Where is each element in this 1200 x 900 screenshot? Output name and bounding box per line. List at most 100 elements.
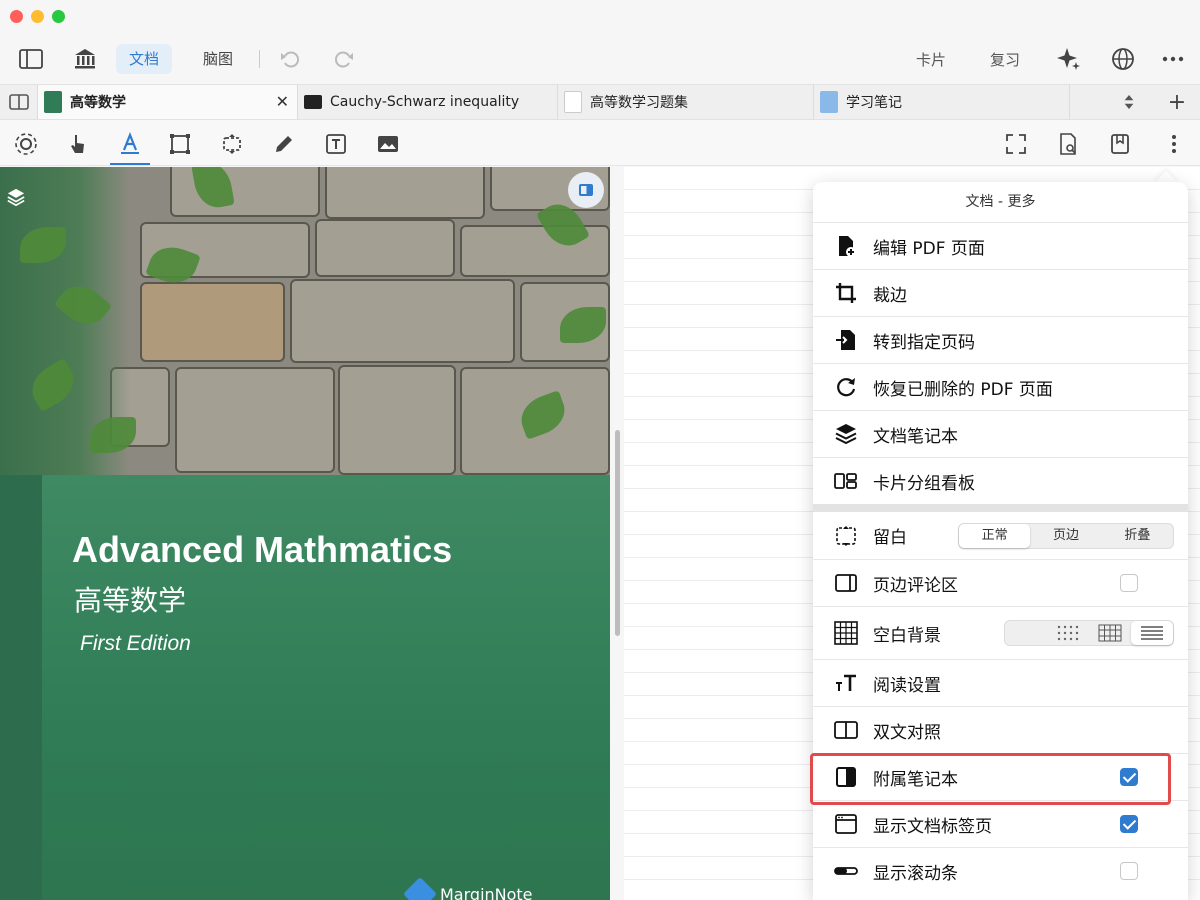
crop-icon xyxy=(831,278,861,308)
scrollbar-icon xyxy=(831,856,861,886)
menu-item-attached-notebook[interactable]: 附属笔记本 xyxy=(813,753,1188,800)
cover-title-chinese: 高等数学 xyxy=(74,584,187,617)
dot-grid-icon xyxy=(1057,625,1079,641)
tab-document-mode[interactable]: 文档 xyxy=(116,44,173,74)
document-more-button[interactable] xyxy=(1160,130,1188,158)
redo-icon xyxy=(335,51,353,68)
bookmark-tool[interactable] xyxy=(1106,130,1134,158)
fullscreen-tool[interactable] xyxy=(1002,130,1030,158)
background-lines-option[interactable] xyxy=(1131,621,1173,645)
document-more-menu: 文档 - 更多 编辑 PDF 页面 裁边 转到指定页码 恢复已删除的 PDF 页… xyxy=(813,182,1188,900)
panel-right-icon xyxy=(831,568,861,598)
review-button[interactable]: 复习 xyxy=(990,44,1020,74)
tab-study-notes[interactable]: 学习笔记 xyxy=(814,85,1070,119)
select-tool[interactable] xyxy=(64,130,92,158)
redo-button[interactable] xyxy=(330,44,356,74)
app-window: 文档 脑图 卡片 复习 高等数学 ✕ Cauchy-Schwarz inequa… xyxy=(0,0,1200,900)
close-tab-icon[interactable]: ✕ xyxy=(276,92,289,111)
active-tool-indicator xyxy=(110,163,150,165)
cards-button[interactable]: 卡片 xyxy=(916,44,946,74)
sidebar-toggle-button[interactable] xyxy=(18,44,44,74)
tab-label: Cauchy-Schwarz inequality xyxy=(330,94,520,110)
plus-icon: + xyxy=(1167,89,1187,115)
sort-icon xyxy=(1124,95,1134,109)
menu-item-goto-page[interactable]: 转到指定页码 xyxy=(813,316,1188,363)
document-thumbnail-icon xyxy=(564,91,582,113)
menu-item-bilingual[interactable]: 双文对照 xyxy=(813,706,1188,753)
document-thumbnail-icon xyxy=(304,95,322,109)
menu-item-reading-settings[interactable]: 阅读设置 xyxy=(813,659,1188,706)
pen-tool[interactable] xyxy=(270,130,298,158)
layers-icon xyxy=(7,188,25,207)
split-view-button[interactable] xyxy=(0,85,38,119)
settings-tool[interactable] xyxy=(12,130,40,158)
comment-area-checkbox[interactable] xyxy=(1120,574,1138,592)
highlight-text-tool[interactable] xyxy=(116,130,144,158)
notebook-panel-toggle[interactable] xyxy=(568,172,604,208)
more-options-button[interactable] xyxy=(1160,44,1186,74)
cover-band-edge xyxy=(0,475,42,900)
margin-icon xyxy=(831,521,861,551)
book-icon xyxy=(1111,134,1129,154)
menu-item-document-notebook[interactable]: 文档笔记本 xyxy=(813,410,1188,457)
margin-option-normal[interactable]: 正常 xyxy=(959,524,1031,548)
tab-sort-button[interactable] xyxy=(1110,85,1148,119)
margin-segmented-control: 正常 页边 折叠 xyxy=(958,523,1174,549)
browser-tab-icon xyxy=(831,809,861,839)
document-scrollbar[interactable] xyxy=(615,430,620,636)
document-page-view[interactable]: Advanced Mathmatics 高等数学 First Edition M… xyxy=(0,167,610,900)
undo-button[interactable] xyxy=(278,44,304,74)
image-icon xyxy=(378,136,398,152)
text-size-icon xyxy=(831,668,861,698)
layers-icon xyxy=(831,419,861,449)
expand-vertical-icon xyxy=(223,134,241,154)
show-tabs-checkbox[interactable] xyxy=(1120,815,1138,833)
menu-item-edit-pdf[interactable]: 编辑 PDF 页面 xyxy=(813,222,1188,269)
attached-notebook-checkbox[interactable] xyxy=(1120,768,1138,786)
text-box-tool[interactable] xyxy=(322,130,350,158)
show-scrollbar-checkbox[interactable] xyxy=(1120,862,1138,880)
tab-advanced-math[interactable]: 高等数学 ✕ xyxy=(38,85,298,119)
grid-icon xyxy=(831,618,861,648)
sparkle-icon xyxy=(1057,48,1080,70)
menu-item-card-board[interactable]: 卡片分组看板 xyxy=(813,457,1188,504)
vertical-ellipsis-icon xyxy=(1172,135,1176,153)
rectangle-select-tool[interactable] xyxy=(166,130,194,158)
menu-item-comment-area[interactable]: 页边评论区 xyxy=(813,559,1188,606)
goto-page-icon xyxy=(831,325,861,355)
minimize-window-button[interactable] xyxy=(31,10,44,23)
text-box-icon xyxy=(326,134,346,154)
tab-mindmap-mode[interactable]: 脑图 xyxy=(190,44,246,74)
background-dots-option[interactable] xyxy=(1047,621,1089,645)
web-button[interactable] xyxy=(1110,44,1136,74)
image-tool[interactable] xyxy=(374,130,402,158)
menu-item-crop[interactable]: 裁边 xyxy=(813,269,1188,316)
split-view-icon xyxy=(831,715,861,745)
menu-item-show-tabs[interactable]: 显示文档标签页 xyxy=(813,800,1188,847)
zoom-window-button[interactable] xyxy=(52,10,65,23)
gear-cycle-icon xyxy=(15,133,37,155)
margin-option-fold[interactable]: 折叠 xyxy=(1102,524,1173,548)
background-blank-option[interactable] xyxy=(1005,621,1047,645)
rectangle-select-icon xyxy=(170,134,190,154)
board-icon xyxy=(831,466,861,496)
publisher-brand: MarginNote xyxy=(403,877,533,900)
resize-tool[interactable] xyxy=(218,130,246,158)
close-window-button[interactable] xyxy=(10,10,23,23)
document-tabs-bar: 高等数学 ✕ Cauchy-Schwarz inequality 高等数学习题集… xyxy=(0,84,1200,120)
background-grid-option[interactable] xyxy=(1089,621,1131,645)
menu-item-show-scrollbar[interactable]: 显示滚动条 xyxy=(813,847,1188,894)
margin-option-page-edge[interactable]: 页边 xyxy=(1030,524,1101,548)
ai-button[interactable] xyxy=(1056,44,1082,74)
add-tab-button[interactable]: + xyxy=(1160,85,1194,119)
tab-exercise-book[interactable]: 高等数学习题集 xyxy=(558,85,814,119)
tab-cauchy-schwarz[interactable]: Cauchy-Schwarz inequality xyxy=(298,85,558,119)
cover-photo xyxy=(0,167,610,475)
half-panel-icon xyxy=(831,762,861,792)
menu-item-restore-pages[interactable]: 恢复已删除的 PDF 页面 xyxy=(813,363,1188,410)
outline-layers-button[interactable] xyxy=(6,187,28,209)
menu-title: 文档 - 更多 xyxy=(965,194,1036,210)
search-document-tool[interactable] xyxy=(1054,130,1082,158)
library-button[interactable] xyxy=(72,44,98,74)
panel-right-icon xyxy=(579,184,593,196)
